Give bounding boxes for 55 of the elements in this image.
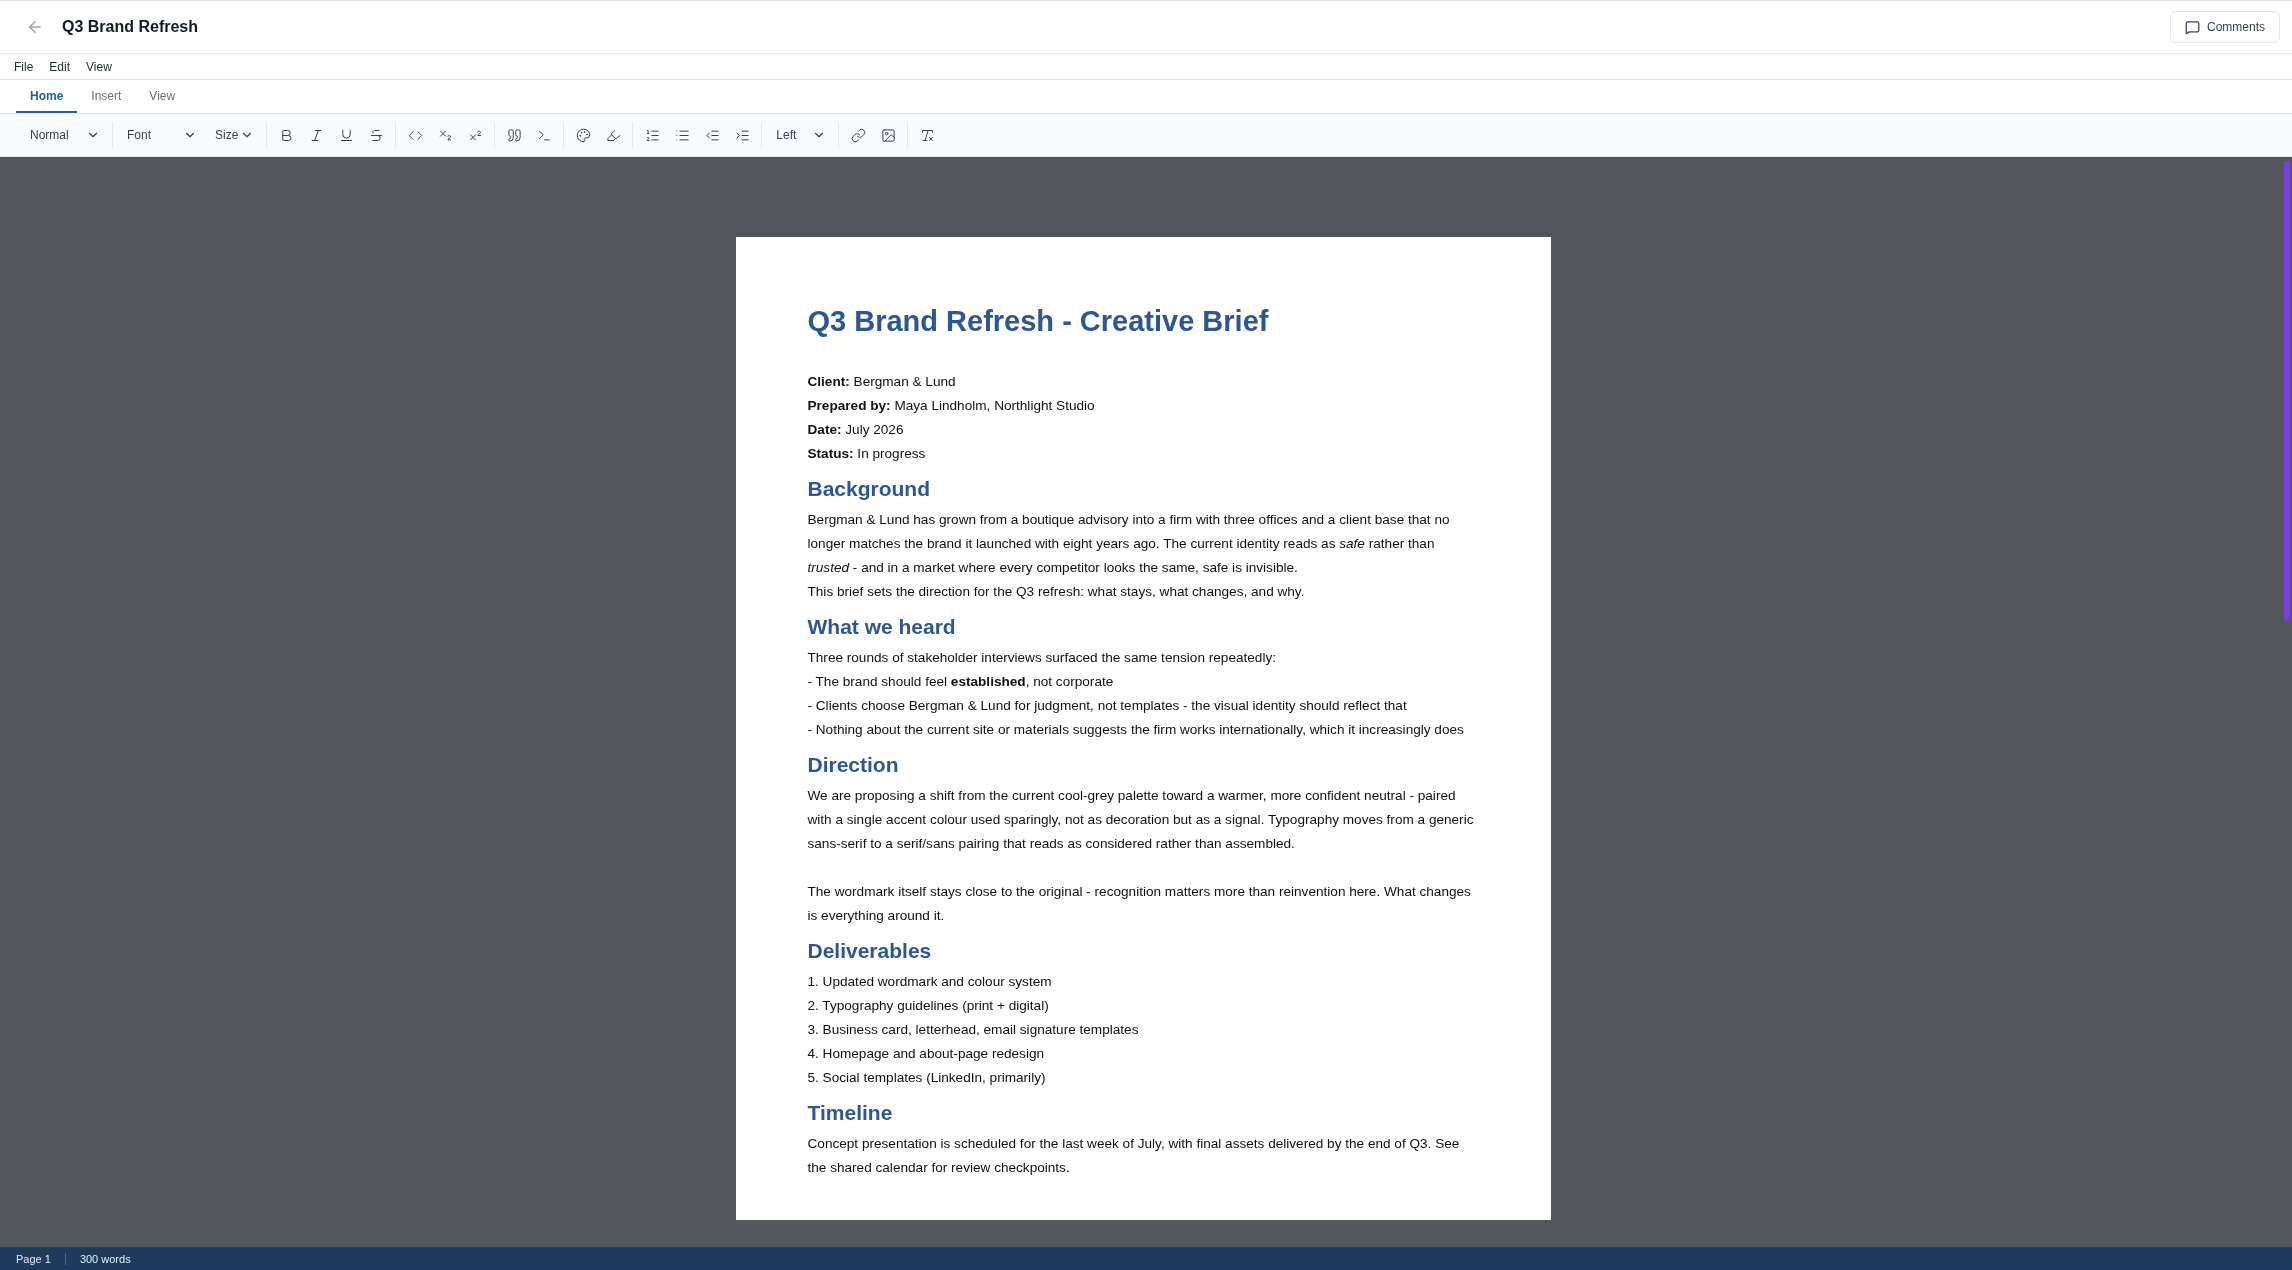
body-text: 4. Homepage and about-page redesign	[807, 1045, 1046, 1063]
comment-icon	[2185, 19, 2200, 35]
body-text: 2. Typography guidelines (print + digital)	[807, 997, 1050, 1015]
indent-icon	[734, 127, 750, 143]
toolbar-dropdown[interactable]: Font	[121, 122, 201, 148]
section-heading: Direction	[807, 752, 900, 778]
ribbon-tab[interactable]: View	[135, 80, 190, 113]
strikethrough-icon	[368, 127, 384, 143]
terminal-icon	[536, 127, 552, 143]
body-text: - Clients choose Bergman & Lund for judgment, not templates - the visual identity should reflect that	[807, 697, 1408, 715]
numbered-list-icon	[644, 127, 660, 143]
comments-button[interactable]: Comments	[2170, 11, 2280, 43]
section-heading: Deliverables	[807, 938, 933, 964]
section-heading: Background	[807, 476, 931, 502]
body-text: Bergman & Lund has grown from a boutique advisory into a firm with three offices and a client base that no longer matches the brand it launched with eight years ago. The current identity reads as safe rather than trusted - and in a market where every competitor looks the same, safe is invisible.	[807, 511, 1451, 577]
body-text: We are proposing a shift from the current cool-grey palette toward a warmer, more confident neutral - paired with a single accent colour used sparingly, not as decoration but as a signal. Typography moves from a generic sans-serif to a serif/sans pairing that reads as considered rather than assembled.	[807, 787, 1475, 853]
menu-item[interactable]: Edit	[43, 59, 77, 74]
body-text: Three rounds of stakeholder interviews surfaced the same tension repeatedly:	[807, 649, 1277, 667]
image-icon	[880, 127, 896, 143]
body-text: - Nothing about the current site or materials suggests the firm works internationally, which it increasingly does	[807, 721, 1465, 739]
toolbar-dropdown[interactable]: Normal	[24, 122, 104, 148]
ribbon-tab[interactable]: Insert	[77, 80, 136, 113]
body-text: This brief sets the direction for the Q3 refresh: what stays, what changes, and why.	[807, 583, 1306, 601]
body-text: The wordmark itself stays close to the original - recognition matters more than reinvention here. What changes is everything around it.	[807, 883, 1472, 925]
body-text: Concept presentation is scheduled for the last week of July, with final assets delivered by the end of Q3. See the shared calendar for review checkpoints.	[807, 1135, 1461, 1177]
meta-line: Client: Bergman & Lund	[807, 373, 957, 391]
toolbar-dropdown[interactable]: Size	[209, 122, 259, 148]
link-icon	[850, 127, 866, 143]
body-text: 3. Business card, letterhead, email signature templates	[807, 1021, 1140, 1039]
outdent-icon	[704, 127, 720, 143]
meta-line: Status: In progress	[807, 445, 927, 463]
palette-icon	[575, 127, 591, 143]
clear-formatting-icon	[919, 127, 935, 143]
menu-item[interactable]: File	[8, 59, 40, 74]
body-text: 5. Social templates (LinkedIn, primarily)	[807, 1069, 1047, 1087]
word-count: 300 words	[64, 1252, 145, 1265]
meta-line: Date: July 2026	[807, 421, 905, 439]
toolbar-dropdown[interactable]: Left	[770, 122, 831, 148]
meta-line: Prepared by: Maya Lindholm, Northlight Studio	[807, 397, 1096, 415]
quote-icon	[506, 127, 522, 143]
menu-item[interactable]: View	[80, 59, 118, 74]
underline-icon	[338, 127, 354, 143]
bullet-list-icon	[674, 127, 690, 143]
body-text: 1. Updated wordmark and colour system	[807, 973, 1053, 991]
document-title: Q3 Brand Refresh	[62, 18, 200, 36]
highlighter-icon	[605, 127, 621, 143]
body-text: - The brand should feel established, not corporate	[807, 673, 1115, 691]
document-heading: Q3 Brand Refresh - Creative Brief	[807, 305, 1270, 338]
section-heading: Timeline	[807, 1100, 894, 1126]
italic-icon	[308, 127, 324, 143]
section-heading: What we heard	[807, 614, 957, 640]
scrollbar-thumb[interactable]	[2284, 161, 2290, 621]
page-count: Page 1	[16, 1252, 52, 1265]
superscript-icon	[467, 127, 483, 143]
subscript-icon	[437, 127, 453, 143]
